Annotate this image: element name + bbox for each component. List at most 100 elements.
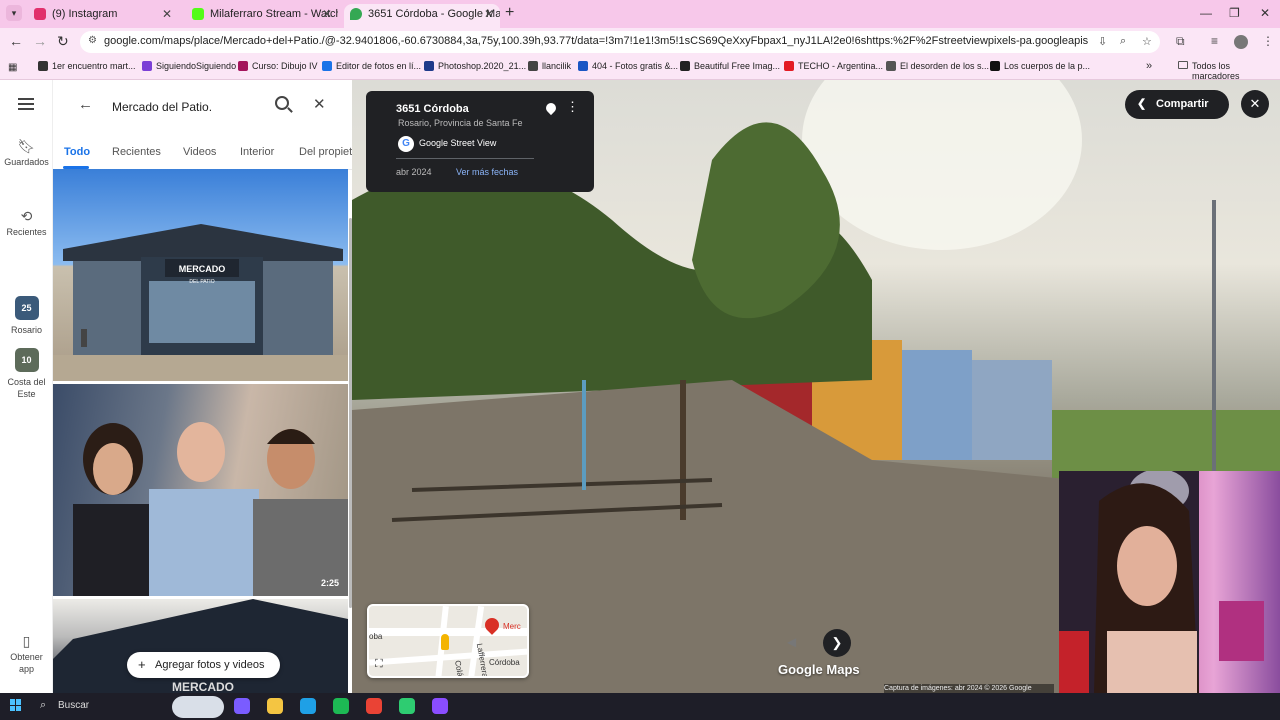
mm-label: Lafferrera xyxy=(474,642,490,678)
copilot-icon[interactable] xyxy=(234,698,250,714)
image-credits: Captura de imágenes: abr 2024 © 2026 Goo… xyxy=(884,684,1054,693)
photos-panel: ← Mercado del Patio. ✕ Todo Recientes Vi… xyxy=(53,80,352,693)
zoom-icon[interactable]: ⌕ xyxy=(1120,35,1126,48)
spotify-icon[interactable] xyxy=(333,698,349,714)
search-icon: ⌕ xyxy=(40,699,47,711)
whatsapp-app-icon[interactable] xyxy=(399,698,415,714)
bookmark-item[interactable]: llancilik xyxy=(528,61,571,71)
bookmark-item[interactable]: Beautiful Free Imag... xyxy=(680,61,780,71)
more-menu-icon[interactable]: ⋮ xyxy=(1262,34,1274,48)
add-photos-button[interactable]: + Agregar fotos y videos xyxy=(127,652,280,678)
expand-map-icon[interactable]: ⛶ xyxy=(375,658,383,671)
bookmark-favicon-icon xyxy=(990,61,1000,71)
bookmark-item[interactable]: Editor de fotos en lí... xyxy=(322,61,421,71)
profile-avatar[interactable] xyxy=(1234,35,1248,49)
more-options-icon[interactable]: ⋮ xyxy=(566,99,579,115)
capture-date: abr 2024 xyxy=(396,167,432,177)
pegman-icon xyxy=(441,634,449,650)
tab-todo[interactable]: Todo xyxy=(64,146,90,158)
bookmark-item[interactable]: El desorden de los s... xyxy=(886,61,989,71)
mm-label: Merc xyxy=(503,622,521,631)
bookmark-item[interactable]: Photoshop.2020_21... xyxy=(424,61,526,71)
address-title: 3651 Córdoba xyxy=(396,103,469,115)
bookmark-favicon-icon xyxy=(578,61,588,71)
restore-icon[interactable]: ❐ xyxy=(1229,6,1240,20)
tab-recientes[interactable]: Recientes xyxy=(112,146,161,158)
bookmark-favicon-icon xyxy=(238,61,248,71)
mm-label: Córdoba xyxy=(489,658,520,667)
rail-saved[interactable]: 🔖︎ Guardados xyxy=(0,138,53,168)
mm-label: oba xyxy=(369,632,383,641)
bookmark-item[interactable]: Curso: Dibujo IV xyxy=(238,61,318,71)
mini-map[interactable]: Merc oba Córdoba Colás Lafferrera ⛶ xyxy=(367,604,529,678)
video-thumbnail-group[interactable]: 2:25 xyxy=(53,384,348,596)
more-bookmarks-icon[interactable]: » xyxy=(1146,60,1152,72)
file-explorer-icon[interactable] xyxy=(267,698,283,714)
bookmark-item[interactable]: TECHO - Argentina... xyxy=(784,61,883,71)
back-arrow-icon[interactable]: ← xyxy=(78,96,93,113)
bookmark-item[interactable]: SiguiendoSiguiendo xyxy=(142,61,236,71)
bookmark-star-icon[interactable]: ☆ xyxy=(1142,35,1152,48)
sign-illustration: MERCADO xyxy=(53,599,348,693)
extensions-icon[interactable]: ⧉ xyxy=(1176,34,1185,49)
taskbar-search[interactable]: ⌕ Buscar xyxy=(40,699,89,711)
bookmark-item[interactable]: 1er encuentro mart... xyxy=(38,61,136,71)
rail-place-rosario[interactable]: 25 Rosario xyxy=(0,296,53,336)
new-tab-icon[interactable]: + xyxy=(505,4,514,22)
maps-side-rail: 🔖︎ Guardados ⟲ Recientes 25 Rosario 10 C… xyxy=(0,80,53,693)
minimize-icon[interactable]: — xyxy=(1200,6,1212,20)
install-app-icon[interactable]: ⇩ xyxy=(1098,35,1107,48)
photo-market-sign[interactable]: MERCADO xyxy=(53,599,348,693)
tab-search-icon[interactable]: ▾ xyxy=(6,5,22,21)
chrome-icon[interactable] xyxy=(366,698,382,714)
address-bar[interactable]: ⚙ google.com/maps/place/Mercado+del+Pati… xyxy=(80,31,1160,53)
tab-videos[interactable]: Videos xyxy=(183,146,216,158)
share-button[interactable]: ❮ Compartir xyxy=(1125,90,1229,119)
tab-del-propietario[interactable]: Del propietario xyxy=(299,146,352,158)
history-icon: ⟲ xyxy=(20,208,33,224)
reload-icon[interactable]: ↻ xyxy=(57,33,69,50)
search-input[interactable]: Mercado del Patio. xyxy=(112,100,212,114)
market-sign-sub: DEL PATIO xyxy=(189,279,214,285)
previous-arrow-icon[interactable]: ◀ xyxy=(787,635,796,649)
webcam-overlay xyxy=(1059,471,1280,693)
all-bookmarks[interactable]: Todos los marcadores xyxy=(1178,61,1280,81)
tab-close-icon[interactable]: ✕ xyxy=(484,4,494,24)
close-window-icon[interactable]: ✕ xyxy=(1260,6,1270,20)
next-arrow-icon[interactable]: ❯ xyxy=(823,629,851,657)
tab-stream[interactable]: Milaferraro Stream - Watch Live ✕ xyxy=(186,4,338,28)
plus-icon: + xyxy=(138,657,146,672)
bookmark-favicon-icon xyxy=(528,61,538,71)
bookmark-item[interactable]: Los cuerpos de la p... xyxy=(990,61,1090,71)
close-icon[interactable]: ✕ xyxy=(313,95,326,113)
search-icon[interactable] xyxy=(275,96,289,110)
site-info-icon[interactable]: ⚙ xyxy=(88,35,97,46)
widgets-icon[interactable] xyxy=(172,696,224,718)
media-control-icon[interactable]: ≡ xyxy=(1211,34,1218,48)
tab-close-icon[interactable]: ✕ xyxy=(322,4,332,24)
forward-icon[interactable]: → xyxy=(33,33,47,49)
rail-recents[interactable]: ⟲ Recientes xyxy=(0,208,53,238)
tab-google-maps[interactable]: 3651 Córdoba - Google Maps ✕ xyxy=(344,4,500,28)
google-maps-logo: Google Maps xyxy=(778,662,860,677)
market-sign: MERCADO xyxy=(179,264,226,274)
rail-get-app[interactable]: ▯ Obtener app xyxy=(0,634,53,675)
windows-start-icon[interactable] xyxy=(10,699,22,711)
bookmark-icon: 🔖︎ xyxy=(17,138,36,154)
menu-icon[interactable] xyxy=(18,98,34,110)
back-icon[interactable]: ← xyxy=(9,33,23,49)
apps-grid-icon[interactable]: ▦ xyxy=(8,62,17,73)
photo-market-facade[interactable]: MERCADO DEL PATIO xyxy=(53,169,348,381)
tab-interior[interactable]: Interior xyxy=(240,146,274,158)
close-street-view-icon[interactable]: ✕ xyxy=(1241,90,1269,118)
edge-icon[interactable] xyxy=(300,698,316,714)
tab-close-icon[interactable]: ✕ xyxy=(162,4,172,24)
tab-instagram[interactable]: (9) Instagram ✕ xyxy=(28,4,178,28)
bookmark-favicon-icon xyxy=(784,61,794,71)
rail-place-costa-del-este[interactable]: 10 Costa del Este xyxy=(0,348,53,400)
browser-tab-bar: ▾ (9) Instagram ✕ Milaferraro Stream - W… xyxy=(0,0,1280,28)
bookmark-item[interactable]: 404 - Fotos gratis &... xyxy=(578,61,678,71)
messenger-icon[interactable] xyxy=(432,698,448,714)
more-dates-link[interactable]: Ver más fechas xyxy=(456,167,518,177)
location-pin-icon[interactable] xyxy=(543,100,559,116)
